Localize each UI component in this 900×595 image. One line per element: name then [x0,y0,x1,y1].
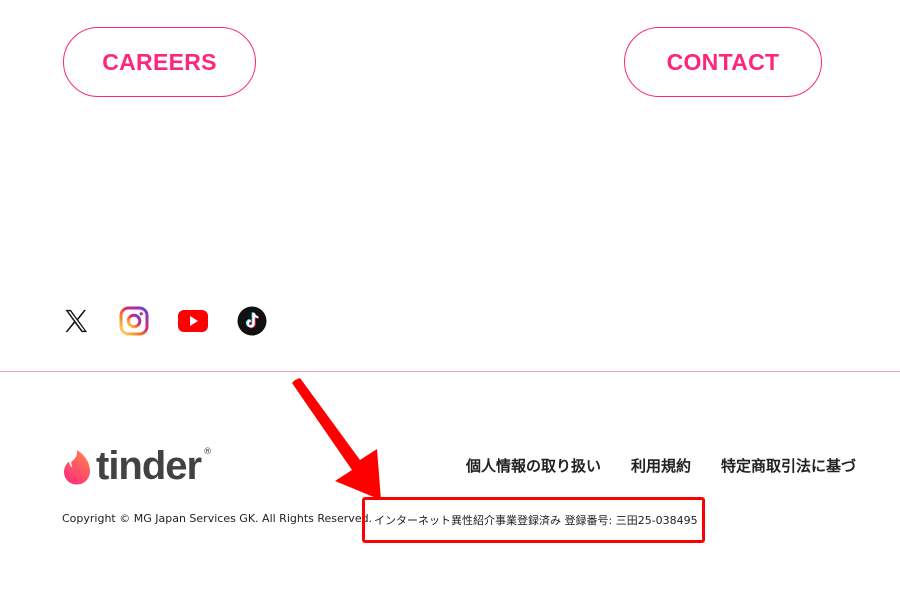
tiktok-icon[interactable] [237,306,267,336]
youtube-icon[interactable] [178,306,208,336]
copyright-text: Copyright © MG Japan Services GK. All Ri… [62,512,373,525]
registered-mark: ® [203,447,213,457]
x-icon[interactable] [61,306,91,336]
tinder-logo[interactable]: tinder ® [62,445,212,487]
flame-icon [64,450,90,485]
registration-number-text: インターネット異性紹介事業登録済み 登録番号: 三田25-038495 [374,514,698,527]
contact-button[interactable]: CONTACT [624,27,822,97]
legal-links: 個人情報の取り扱い 利用規約 特定商取引法に基づ [466,455,856,476]
footer-divider [0,371,900,372]
careers-button[interactable]: CAREERS [63,27,256,97]
link-commercial-law[interactable]: 特定商取引法に基づ [721,455,856,476]
logo-wordmark: tinder [96,444,202,488]
instagram-icon[interactable] [119,306,149,336]
link-terms[interactable]: 利用規約 [631,455,691,476]
link-privacy[interactable]: 個人情報の取り扱い [466,455,601,476]
